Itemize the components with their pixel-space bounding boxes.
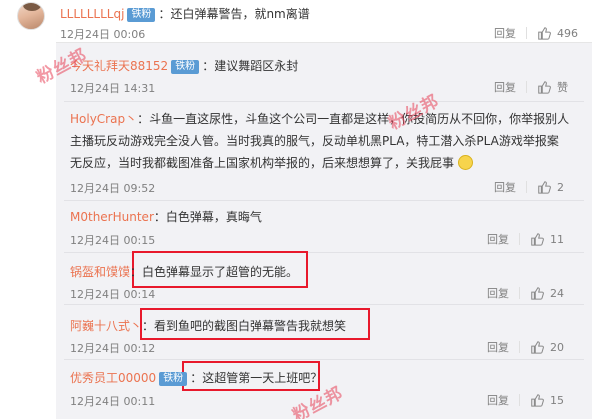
- reply-time: 12月24日 14:31: [70, 82, 156, 95]
- like-count: 15: [550, 393, 564, 407]
- reply-text: ：白色弹幕显示了超管的无能。: [130, 265, 299, 279]
- comment-text: ：还白弹幕警告，就nm离谱: [158, 7, 310, 21]
- action-divider: [526, 181, 527, 193]
- thumbs-up-icon[interactable]: [537, 180, 551, 194]
- reply-actions: 回复 20: [487, 339, 564, 355]
- reply-line: 今天礼拜天88152 铁粉 ：建议舞蹈区永封: [70, 57, 298, 74]
- reply-divider: [64, 101, 584, 102]
- reply-actions: 回复 2: [494, 179, 564, 195]
- grin-emoji-icon: [457, 155, 473, 170]
- reply-button[interactable]: 回复: [494, 79, 516, 95]
- reply-text-line1: ：斗鱼一直这尿性，斗鱼这个公司一直都是这样，你投简历从不回你，你举报别人: [137, 112, 570, 126]
- action-divider: [526, 81, 527, 93]
- action-divider: [519, 341, 520, 353]
- reply-time: 12月24日 00:14: [70, 288, 156, 301]
- reply-text: ：这超管第一天上班吧？: [190, 371, 323, 385]
- reply-text-line2: 主播玩反动游戏完全没人管。当时我真的服气，反动单机黑PLA，特工潜入杀PLA游戏…: [70, 134, 559, 148]
- reply-text: ：看到鱼吧的截图白弹幕警告我就想笑: [142, 319, 347, 333]
- reply-divider: [64, 304, 584, 305]
- thumbs-up-icon[interactable]: [530, 340, 544, 354]
- like-count: 496: [557, 26, 578, 40]
- reply-text: ：建议舞蹈区永封: [202, 59, 299, 73]
- reply-button[interactable]: 回复: [487, 231, 509, 247]
- reply-line: HolyCrap丶：斗鱼一直这尿性，斗鱼这个公司一直都是这样，你投简历从不回你，…: [70, 108, 588, 174]
- reply-button[interactable]: 回复: [487, 339, 509, 355]
- reply-button[interactable]: 回复: [487, 392, 509, 408]
- thumbs-up-icon[interactable]: [537, 80, 551, 94]
- like-count: 2: [557, 180, 564, 194]
- reply-button[interactable]: 回复: [494, 25, 516, 41]
- reply-divider: [64, 359, 584, 360]
- reply-username[interactable]: 优秀员工00000: [70, 371, 156, 385]
- reply-actions: 回复 11: [487, 231, 564, 247]
- comment-actions: 回复 496: [494, 25, 578, 41]
- fan-badge: 铁粉: [159, 372, 188, 386]
- reply-text-line3: 无反应，当时我都截图准备上国家机构举报的，后来想想算了，关我屁事: [70, 156, 455, 170]
- reply-username[interactable]: 锅盔和馍馍: [70, 265, 130, 279]
- reply-button[interactable]: 回复: [487, 285, 509, 301]
- action-divider: [519, 287, 520, 299]
- main-comment-line: LLLLLLLLqj 铁粉 ：还白弹幕警告，就nm离谱: [60, 5, 310, 22]
- thumbs-up-icon[interactable]: [530, 393, 544, 407]
- fan-badge: 铁粉: [171, 60, 200, 74]
- reply-time: 12月24日 00:12: [70, 342, 156, 355]
- like-label[interactable]: 赞: [557, 79, 568, 95]
- reply-divider: [64, 200, 584, 201]
- action-divider: [519, 394, 520, 406]
- like-count: 11: [550, 232, 564, 246]
- reply-actions: 回复 15: [487, 392, 564, 408]
- action-divider: [519, 233, 520, 245]
- reply-actions: 回复 赞: [494, 79, 568, 95]
- like-count: 24: [550, 286, 564, 300]
- comment-username[interactable]: LLLLLLLLqj: [60, 7, 124, 21]
- reply-line: 优秀员工00000 铁粉 ：这超管第一天上班吧？: [70, 369, 322, 386]
- like-count: 20: [550, 340, 564, 354]
- reply-button[interactable]: 回复: [494, 179, 516, 195]
- reply-time: 12月24日 00:11: [70, 395, 156, 408]
- reply-line: M0therHunter：白色弹幕，真晦气: [70, 208, 262, 225]
- reply-time: 12月24日 09:52: [70, 182, 156, 195]
- reply-time: 12月24日 00:15: [70, 234, 156, 247]
- user-avatar[interactable]: [17, 2, 45, 30]
- thumbs-up-icon[interactable]: [530, 232, 544, 246]
- reply-line: 阿巍十八式丶：看到鱼吧的截图白弹幕警告我就想笑: [70, 317, 346, 334]
- reply-line: 锅盔和馍馍：白色弹幕显示了超管的无能。: [70, 263, 298, 280]
- thumbs-up-icon[interactable]: [537, 26, 551, 40]
- thumbs-up-icon[interactable]: [530, 286, 544, 300]
- reply-username[interactable]: 阿巍十八式丶: [70, 319, 142, 333]
- comment-time: 12月24日 00:06: [60, 28, 146, 41]
- action-divider: [526, 27, 527, 39]
- reply-username[interactable]: M0therHunter: [70, 210, 154, 224]
- reply-actions: 回复 24: [487, 285, 564, 301]
- reply-text: ：白色弹幕，真晦气: [153, 210, 262, 224]
- fan-badge: 铁粉: [127, 8, 156, 22]
- reply-username[interactable]: HolyCrap丶: [70, 112, 137, 126]
